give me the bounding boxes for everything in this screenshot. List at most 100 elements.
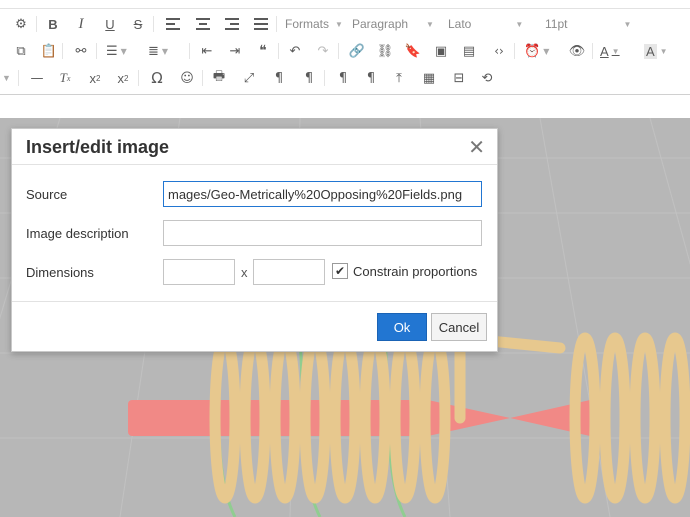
toolbar-row-2: ⧉ 📋 ⚯ ☰ ▼ ≣ ▼ ⇤ ⇥ ❝ ↶ ↷ 🔗 ⛓ 🔖 ▣ ▤ ‹› ⏰ ▼ 👁 … [0, 38, 690, 64]
editor-toolbar: ⚙ B I U S Formats ▼ Paragraph ▼ Lato ▼ 11pt… [0, 0, 690, 95]
numbered-list-icon[interactable]: ≣ ▼ [148, 41, 168, 61]
emoticons-smiley-icon[interactable]: ☺ [178, 68, 196, 88]
image-icon[interactable]: ▣ [432, 41, 450, 61]
chevron-down-icon: ▼ [543, 46, 550, 56]
bold-icon[interactable]: B [44, 14, 62, 34]
insert-datetime-clock-icon[interactable]: ⏰ ▼ [524, 41, 549, 61]
find-replace-binoculars-icon[interactable]: ⚯ [72, 41, 90, 61]
link-icon[interactable]: 🔗 [348, 41, 366, 61]
insert-image-dialog: Insert/edit image ✕ Source Image descrip… [11, 128, 498, 352]
dimensions-label: Dimensions [26, 265, 94, 280]
toolbar-separator [324, 70, 325, 86]
close-icon[interactable]: ✕ [468, 135, 485, 160]
source-label: Source [26, 187, 68, 202]
toolbar-row-1: ⚙ B I U S Formats ▼ Paragraph ▼ Lato ▼ 11pt… [0, 11, 690, 37]
font-size-dropdown[interactable]: 11pt ▼ [545, 15, 631, 33]
font-family-dropdown[interactable]: Lato ▼ [448, 15, 523, 33]
dialog-title: Insert/edit image [26, 137, 170, 157]
indent-icon[interactable]: ⇥ [226, 41, 244, 61]
formats-label: Formats [285, 17, 330, 31]
image-description-label: Image description [26, 226, 129, 241]
image-description-input[interactable] [163, 220, 482, 246]
print-icon[interactable]: 🖶 [210, 68, 228, 88]
align-center-icon[interactable] [194, 14, 212, 34]
chevron-down-icon: ▼ [335, 19, 343, 29]
rtl-direction-icon[interactable]: ¶ [300, 68, 318, 88]
toolbar-separator [36, 16, 37, 32]
restore-draft-icon[interactable]: ⟲ [478, 68, 496, 88]
background-color-button[interactable]: A ▼ [644, 41, 668, 61]
toolbar-separator [202, 70, 203, 86]
bullet-list-icon[interactable]: ☰ ▼ [106, 41, 127, 61]
toolbar-row-3: ▼ — Tx x2 x2 Ω ☺ 🖶 ⤢ ¶ ¶ ¶ ¶ ⤒ ▦ ⊟ ⟲ [0, 65, 690, 91]
clear-formatting-icon[interactable]: Tx [56, 68, 74, 88]
bookmark-anchor-icon[interactable]: 🔖 [404, 41, 422, 61]
cancel-button[interactable]: Cancel [431, 313, 487, 341]
toolbar-separator [153, 16, 154, 32]
superscript-icon[interactable]: x2 [114, 68, 132, 88]
chevron-down-icon[interactable]: ▼ [2, 73, 11, 83]
italic-icon[interactable]: I [72, 14, 90, 34]
template-icon[interactable]: ▦ [420, 68, 438, 88]
toolbar-separator [514, 43, 515, 59]
outdent-icon[interactable]: ⇤ [198, 41, 216, 61]
toolbar-separator [338, 43, 339, 59]
formats-dropdown[interactable]: Formats ▼ [285, 15, 343, 33]
special-character-omega-icon[interactable]: Ω [148, 68, 166, 88]
preview-eye-icon[interactable]: 👁 [568, 41, 586, 61]
paste-icon[interactable]: 📋 [40, 41, 58, 61]
underline-icon[interactable]: U [101, 14, 119, 34]
height-input[interactable] [253, 259, 325, 285]
font-family-label: Lato [448, 17, 472, 31]
blockquote-icon[interactable]: ❝ [254, 41, 272, 61]
toolbar-separator [276, 16, 277, 32]
source-input[interactable] [163, 181, 482, 207]
copy-icon[interactable]: ⧉ [12, 41, 30, 61]
ok-button[interactable]: Ok [377, 313, 427, 341]
dialog-footer-divider [12, 301, 497, 302]
show-blocks-icon[interactable]: ¶ [334, 68, 352, 88]
text-color-button[interactable]: A ▼ [600, 41, 620, 61]
align-justify-icon[interactable] [252, 14, 270, 34]
superscript-mark: 2 [124, 73, 129, 83]
checkmark-icon: ✔ [334, 264, 346, 278]
source-code-icon[interactable]: ‹› [490, 41, 508, 61]
redo-icon[interactable]: ↷ [314, 41, 332, 61]
fullscreen-icon[interactable]: ⤢ [240, 68, 258, 88]
paragraph-label: Paragraph [352, 17, 409, 31]
undo-icon[interactable]: ↶ [286, 41, 304, 61]
font-size-label: 11pt [545, 17, 568, 31]
toolbar-separator [592, 43, 593, 59]
horizontal-rule-icon[interactable]: — [28, 68, 46, 88]
subscript-mark: 2 [96, 73, 101, 83]
text-color-icon: A [600, 43, 609, 59]
unlink-icon[interactable]: ⛓ [376, 41, 394, 61]
paragraph-dropdown[interactable]: Paragraph ▼ [352, 15, 434, 33]
constrain-proportions-checkbox[interactable]: ✔ [332, 263, 348, 279]
background-color-icon: A [644, 43, 657, 59]
chevron-down-icon: ▼ [515, 19, 524, 29]
settings-gear-icon[interactable]: ⚙ [12, 14, 30, 34]
chevron-down-icon: ▼ [426, 19, 434, 29]
toolbar-separator [278, 43, 279, 59]
constrain-proportions-label[interactable]: Constrain proportions [353, 264, 477, 279]
width-input[interactable] [163, 259, 235, 285]
align-left-icon[interactable] [164, 14, 182, 34]
subscript-icon[interactable]: x2 [86, 68, 104, 88]
visual-chars-icon[interactable]: ¶ [362, 68, 380, 88]
page-break-icon[interactable]: ⊟ [450, 68, 468, 88]
toolbar-separator [189, 43, 190, 59]
chevron-down-icon: ▼ [623, 19, 632, 29]
align-right-icon[interactable] [223, 14, 241, 34]
chevron-down-icon: ▼ [161, 46, 169, 56]
strikethrough-icon[interactable]: S [129, 14, 147, 34]
chevron-down-icon: ▼ [659, 46, 668, 56]
toolbar-separator [96, 43, 97, 59]
toolbar-separator [138, 70, 139, 86]
ltr-direction-icon[interactable]: ¶ [270, 68, 288, 88]
dialog-header-divider [12, 164, 497, 165]
media-icon[interactable]: ▤ [460, 41, 478, 61]
upload-icon[interactable]: ⤒ [390, 68, 408, 88]
dimension-separator: x [241, 265, 248, 280]
toolbar-separator [18, 70, 19, 86]
